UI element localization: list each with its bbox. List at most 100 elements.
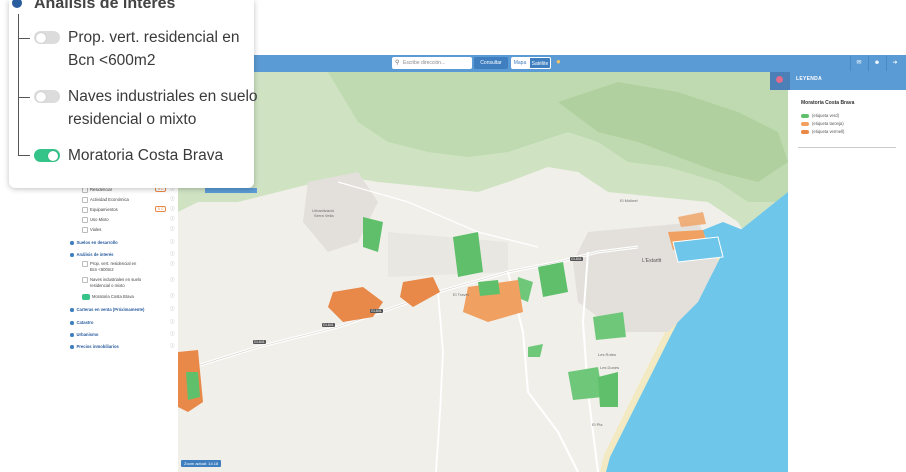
- sidebar-item-viales[interactable]: Viales: [82, 227, 101, 233]
- zoom-level-indicator: Zoom actual: 14.18: [181, 460, 222, 467]
- road-shield: GI-641: [253, 340, 266, 344]
- sidebar-section-label: Urbanismo: [76, 332, 99, 337]
- map-label: El Molinet: [620, 198, 638, 203]
- road-shield: GI-641: [570, 257, 583, 261]
- sidebar-item-label: Uso Mixto: [90, 217, 109, 223]
- map-label: Les Dunes: [600, 365, 620, 370]
- info-icon[interactable]: ⓘ: [170, 293, 175, 299]
- sidebar-item-label: Prop. vert. residencial en: [90, 261, 137, 267]
- sidebar-section-precios[interactable]: Precios inmobiliarios: [70, 344, 119, 349]
- checkbox[interactable]: [82, 197, 88, 203]
- card-item-label: Moratoria Costa Brava: [68, 147, 224, 164]
- checkbox[interactable]: [82, 207, 88, 213]
- sidebar-item-label-cont: Bcn <600m2: [90, 267, 114, 272]
- legend-swatch: [801, 121, 809, 126]
- mail-icon[interactable]: ✉: [850, 56, 867, 71]
- street-view-person-icon[interactable]: ●: [556, 57, 561, 66]
- satellite-view-button[interactable]: Satélite: [529, 57, 551, 69]
- legend-item: (etiqueta vermell): [801, 129, 844, 134]
- layers-icon: [776, 76, 783, 83]
- legend-item-label: (etiqueta vermell): [812, 129, 845, 134]
- sidebar-item-equipamientos[interactable]: Equipamientos: [82, 207, 118, 213]
- card-accent: [205, 188, 257, 193]
- sidebar-section-urbanismo[interactable]: Urbanismo: [70, 332, 98, 337]
- logout-icon[interactable]: ➜: [886, 56, 903, 71]
- info-icon[interactable]: ⓘ: [170, 251, 175, 257]
- sidebar-section-catastro[interactable]: Catastro: [70, 320, 94, 325]
- search-icon: ⚲: [395, 60, 400, 66]
- checkbox[interactable]: [82, 227, 88, 233]
- toggle-naves[interactable]: [34, 90, 60, 103]
- card-item-label: residencial o mixto: [68, 111, 197, 128]
- legend-item: (etiqueta taronja): [801, 121, 844, 126]
- info-icon[interactable]: ⓘ: [170, 216, 175, 222]
- tree-line: [18, 97, 30, 98]
- legend-item-label: (etiqueta verd): [812, 113, 839, 118]
- legend-toggle-tab[interactable]: [770, 72, 790, 90]
- legend-swatch: [801, 113, 809, 118]
- status-badge: 5 C: [155, 206, 167, 212]
- info-icon[interactable]: ⓘ: [170, 196, 175, 202]
- sidebar-section-carteras[interactable]: Carteras en venta (Próximamente): [70, 307, 144, 312]
- card-item-label: Bcn <600m2: [68, 52, 156, 69]
- sidebar-item-label: Moratoria Costa Brava: [92, 294, 134, 300]
- map-label: Les Rotes: [598, 352, 617, 357]
- info-icon[interactable]: ⓘ: [170, 319, 175, 325]
- checkbox[interactable]: [82, 217, 88, 223]
- road-shield: GI-641: [370, 309, 383, 313]
- legend-title: LEYENDA: [796, 76, 822, 82]
- sidebar-item-label: Actividad Económica: [90, 197, 129, 203]
- toggle-moratoria[interactable]: [34, 149, 60, 162]
- info-icon[interactable]: ⓘ: [170, 277, 175, 283]
- sidebar-section-suelos[interactable]: Suelos en desarrollo: [70, 240, 118, 245]
- sidebar-section-analisis[interactable]: Análisis de interés: [70, 252, 114, 257]
- analysis-zoom-card: Prop. vert. residencial en Bcn <600m2 Na…: [9, 0, 258, 188]
- legend-divider: [798, 147, 896, 148]
- tree-line: [18, 14, 19, 155]
- map-label: El Travet: [453, 292, 469, 297]
- legend-header: [770, 72, 906, 90]
- info-icon[interactable]: ⓘ: [170, 261, 175, 267]
- info-icon[interactable]: ⓘ: [170, 343, 175, 349]
- road-shield: GI-641: [322, 323, 335, 327]
- card-title: Análisis de interés: [34, 0, 176, 12]
- sidebar-section-label: Catastro: [76, 320, 94, 325]
- map-label: El Pla: [592, 422, 603, 427]
- card-item-label: Prop. vert. residencial en: [68, 29, 240, 46]
- user-icon[interactable]: ☻: [868, 56, 885, 71]
- sidebar-item-uso-mixto[interactable]: Uso Mixto: [82, 217, 109, 223]
- info-icon[interactable]: ⓘ: [170, 306, 175, 312]
- consultar-button[interactable]: Consultar: [474, 57, 508, 69]
- sidebar-item-label: Naves industriales en suelo: [90, 277, 142, 283]
- sidebar-item-label: Equipamientos: [90, 207, 118, 213]
- toggle-prop-vert[interactable]: [34, 31, 60, 44]
- sidebar-section-label: Suelos en desarrollo: [76, 240, 118, 245]
- sidebar-section-label: Carteras en venta (Próximamente): [76, 307, 145, 312]
- tree-line: [18, 155, 30, 156]
- sidebar-item-label-cont: residencial o mixto: [90, 283, 125, 288]
- legend-item-label: (etiqueta taronja): [812, 121, 844, 126]
- legend-item: (etiqueta verd): [801, 113, 839, 118]
- info-icon[interactable]: ⓘ: [170, 226, 175, 232]
- map-view-button[interactable]: Mapa: [511, 57, 529, 69]
- info-icon[interactable]: ⓘ: [170, 331, 175, 337]
- map-canvas[interactable]: [178, 72, 788, 472]
- sidebar-item-moratoria[interactable]: Moratoria Costa Brava: [82, 294, 134, 300]
- map-label: L'Estartit: [642, 258, 662, 264]
- map-label: Serra Vella: [314, 213, 334, 218]
- tree-line: [18, 38, 30, 39]
- info-icon[interactable]: ⓘ: [170, 206, 175, 212]
- sidebar-section-label: Precios inmobiliarios: [76, 344, 119, 349]
- legend-section-title: Moratoria Costa Brava: [801, 100, 855, 106]
- checkbox[interactable]: [82, 261, 88, 267]
- sidebar-section-label: Análisis de interés: [76, 252, 114, 257]
- info-icon[interactable]: ⓘ: [170, 239, 175, 245]
- card-item-label: Naves industriales en suelo: [68, 88, 258, 105]
- sidebar-item-actividad[interactable]: Actividad Económica: [82, 197, 129, 203]
- legend-swatch: [801, 129, 809, 134]
- toggle-on[interactable]: [82, 294, 90, 300]
- search-placeholder: Escribe dirección...: [403, 60, 446, 66]
- sidebar-item-label: Viales: [90, 227, 102, 233]
- checkbox[interactable]: [82, 277, 88, 283]
- search-input[interactable]: ⚲ Escribe dirección...: [392, 57, 472, 69]
